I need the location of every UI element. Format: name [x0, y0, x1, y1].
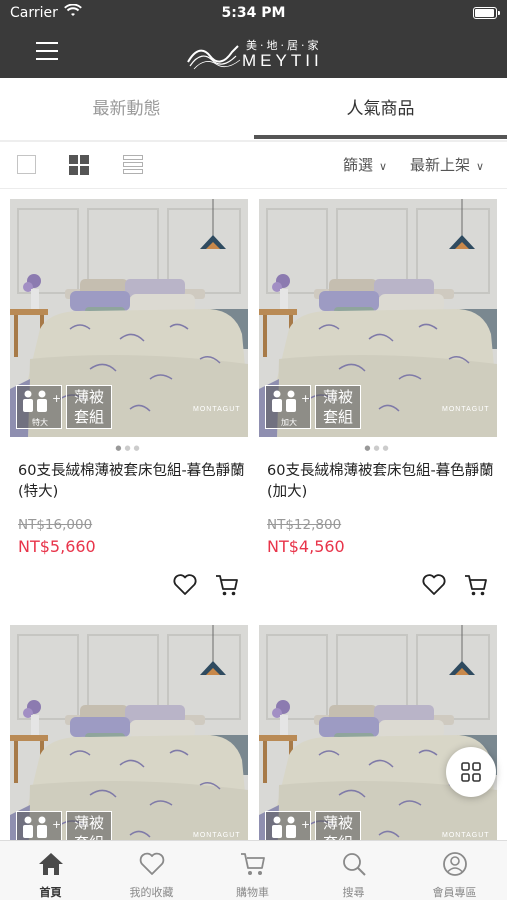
image-pager-dots: ●●● [364, 444, 392, 452]
product-image[interactable]: MONTAGUT +薄被套組 [259, 625, 497, 863]
active-tab-indicator [254, 135, 507, 139]
nav-cart-label: 購物車 [236, 886, 269, 899]
add-to-cart-button[interactable] [214, 573, 240, 597]
brand-logo[interactable]: 美·地·居·家 MEYTII [186, 36, 326, 72]
tab-popular-products[interactable]: 人氣商品 [254, 78, 507, 140]
image-pager-dots: ●●● [115, 444, 143, 452]
svg-text:+: + [52, 392, 61, 405]
list-toolbar: 篩選 ∨ 最新上架 ∨ [0, 142, 507, 188]
category-float-button[interactable] [446, 747, 496, 797]
size-badge: + 加大 [265, 385, 311, 429]
people-icon: + [272, 390, 310, 412]
nav-member[interactable]: 會員專區 [404, 841, 505, 901]
product-image[interactable]: MONTAGUT + 加大 薄被套組 [259, 199, 497, 437]
divider [0, 188, 507, 189]
wave-logo-icon [187, 45, 241, 70]
type-badge: 薄被套組 [315, 385, 361, 429]
favorite-button[interactable] [421, 573, 447, 597]
people-icon: + [23, 390, 61, 412]
cart-icon [241, 853, 265, 875]
product-name[interactable]: 60支長絨棉薄被套床包組-暮色靜蘭 (特大) [18, 461, 246, 503]
home-icon [39, 853, 63, 875]
size-badge-label: 特大 [32, 418, 48, 427]
clock: 5:34 PM [221, 5, 286, 21]
product-name[interactable]: 60支長絨棉薄被套床包組-暮色靜蘭 (加大) [267, 461, 495, 503]
nav-member-label: 會員專區 [432, 886, 477, 899]
search-icon [343, 853, 366, 876]
nav-favorites-label: 我的收藏 [129, 886, 174, 899]
size-badge: + 特大 [16, 385, 62, 429]
type-badge-line2: 套組 [73, 408, 104, 426]
cart-icon [465, 575, 487, 596]
product-image[interactable]: MONTAGUT +薄被套組 [10, 625, 248, 863]
select-all-checkbox[interactable] [17, 155, 36, 174]
battery-tip [498, 11, 500, 15]
size-badge-label: 加大 [281, 418, 297, 427]
filter-label: 篩選 [343, 156, 374, 174]
nav-search-label: 搜尋 [342, 886, 365, 899]
brand-watermark: MONTAGUT [442, 832, 490, 839]
sort-label: 最新上架 [410, 156, 471, 174]
nav-favorites[interactable]: 我的收藏 [101, 841, 202, 901]
bottom-tab-bar: 首頁 我的收藏 購物車 搜尋 會員專區 [0, 840, 507, 900]
brand-watermark: MONTAGUT [193, 406, 241, 413]
filter-dropdown[interactable]: 篩選 ∨ [343, 154, 387, 175]
nav-cart[interactable]: 購物車 [202, 841, 303, 901]
type-badge-line1: 薄被 [73, 814, 104, 832]
heart-icon [422, 574, 446, 595]
chevron-down-icon: ∨ [476, 160, 485, 173]
nav-bar: 美·地·居·家 MEYTII [0, 28, 507, 78]
product-image[interactable]: MONTAGUT + 特大 薄被套組 [10, 199, 248, 437]
original-price: NT$16,000 [18, 517, 93, 533]
type-badge-line2: 套組 [322, 408, 353, 426]
type-badge-line1: 薄被 [322, 388, 353, 406]
logo-text-en: MEYTII [242, 51, 323, 70]
sort-dropdown[interactable]: 最新上架 ∨ [410, 154, 484, 175]
type-badge-line1: 薄被 [73, 388, 104, 406]
chevron-down-icon: ∨ [379, 160, 388, 173]
nav-home-label: 首頁 [39, 886, 62, 899]
nav-home[interactable]: 首頁 [0, 841, 101, 901]
tab-latest-news[interactable]: 最新動態 [0, 78, 253, 140]
add-to-cart-button[interactable] [463, 573, 489, 597]
sale-price: NT$5,660 [18, 537, 96, 556]
svg-text:+: + [301, 818, 310, 831]
type-badge-line1: 薄被 [322, 814, 353, 832]
original-price: NT$12,800 [267, 517, 342, 533]
svg-text:+: + [301, 392, 310, 405]
svg-text:+: + [52, 818, 61, 831]
status-bar: Carrier 5:34 PM [0, 0, 507, 28]
battery-icon [473, 7, 497, 19]
brand-watermark: MONTAGUT [442, 406, 490, 413]
content-tabs: 最新動態 人氣商品 [0, 78, 507, 140]
hamburger-menu-icon[interactable] [36, 42, 58, 62]
list-view-icon[interactable] [123, 155, 143, 175]
sale-price: NT$4,560 [267, 537, 345, 556]
grid-view-icon[interactable] [69, 155, 89, 175]
favorite-button[interactable] [172, 573, 198, 597]
user-icon [443, 852, 467, 876]
heart-icon [139, 852, 165, 875]
grid-menu-icon [461, 762, 481, 782]
cart-icon [216, 575, 238, 596]
brand-watermark: MONTAGUT [193, 832, 241, 839]
type-badge: 薄被套組 [66, 385, 112, 429]
nav-search[interactable]: 搜尋 [303, 841, 404, 901]
heart-icon [173, 574, 197, 595]
